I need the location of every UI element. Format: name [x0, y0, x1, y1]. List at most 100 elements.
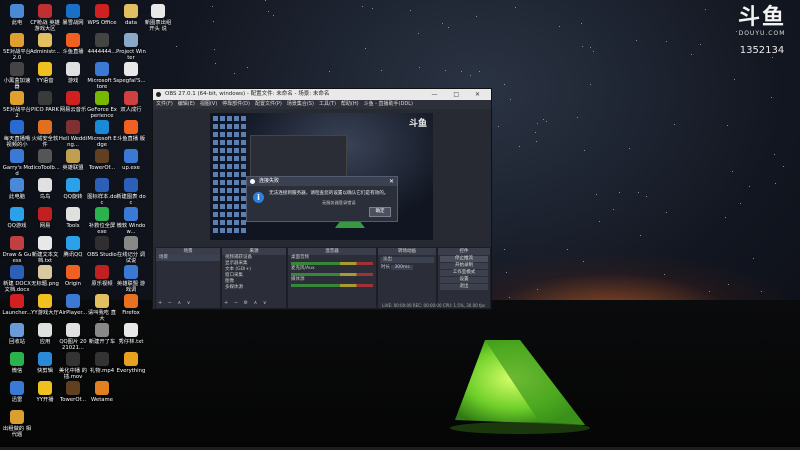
menu-item[interactable]: 斗鱼 - 直播助手(DDL) — [364, 101, 413, 107]
source-item[interactable]: 多媒体源 — [222, 285, 286, 291]
audio-meter[interactable] — [291, 273, 373, 276]
mini-desktop-icon — [241, 124, 246, 129]
obs-docks: 场景 场景 + − ∧ ∨ 来源 视频捕获设备 显示器采集 文本 (GDI+) … — [155, 247, 491, 309]
mini-desktop-icon — [241, 148, 246, 153]
desktop-icon-label: TowerOf... — [59, 397, 87, 403]
app-icon — [124, 323, 138, 337]
transition-select[interactable]: 淡出 — [380, 257, 434, 263]
desktop-icon-label: 暴雪战网 — [62, 20, 84, 26]
mini-desktop-icon — [213, 132, 218, 137]
ok-button[interactable]: 确定 — [369, 207, 391, 217]
star — [590, 47, 592, 49]
menu-item[interactable]: 文件(F) — [156, 101, 173, 107]
window-controls[interactable]: — □ ✕ — [431, 89, 487, 100]
duration-input[interactable]: 300ms — [391, 265, 413, 270]
scene-item[interactable]: 场景 — [156, 255, 220, 261]
mini-desktop-icon — [213, 220, 218, 225]
douyu-watermark: 斗鱼 DOUYU.COM 1352134 — [732, 6, 792, 57]
desktop-icon-label: Firefox — [122, 310, 140, 316]
menu-item[interactable]: 帮助(H) — [341, 101, 359, 107]
close-icon[interactable]: ✕ — [389, 177, 394, 186]
mini-desktop-icon — [234, 196, 239, 201]
desktop-icon-label: 无标题.png — [31, 281, 59, 287]
app-icon — [38, 352, 52, 366]
app-icon — [38, 381, 52, 395]
desktop-icon-label: 礼物.mp4 — [89, 368, 115, 374]
menu-item[interactable]: 视图(V) — [200, 101, 217, 107]
star — [233, 73, 235, 75]
stop-streaming-button[interactable]: 停止推流 — [440, 256, 488, 262]
mini-desktop-icon — [227, 196, 232, 201]
star — [704, 8, 706, 10]
dialog-titlebar: 连接失败 ✕ — [247, 177, 397, 186]
mini-desktop-icon — [213, 188, 218, 193]
desktop-icon-label: 新图表出组 开头 说 — [144, 20, 172, 32]
desktop-icon-label: Launcher... — [2, 310, 32, 316]
star — [691, 53, 693, 55]
desktop-icon[interactable]: YY开播 — [30, 379, 60, 415]
app-icon — [10, 149, 24, 163]
star — [724, 216, 726, 218]
desktop-icon[interactable]: Wetame — [87, 379, 117, 415]
app-icon — [38, 91, 52, 105]
mini-desktop-icon — [220, 116, 225, 121]
menu-item[interactable]: 配置文件(P) — [255, 101, 282, 107]
star — [593, 50, 595, 52]
app-icon — [66, 294, 80, 308]
mini-desktop-icon — [227, 228, 232, 233]
mini-desktop-icon — [234, 212, 239, 217]
star — [361, 6, 363, 8]
star — [448, 27, 450, 29]
connection-failed-dialog[interactable]: 连接失败 ✕ i 无法连接到服务器，请检查您的设置以确认它们是有效的。 无服务器… — [246, 176, 398, 222]
star — [371, 8, 373, 10]
app-icon — [10, 410, 24, 424]
mixer-channel-label: 桌面音频 — [291, 255, 309, 260]
menu-item[interactable]: 工具(T) — [319, 101, 336, 107]
app-icon — [66, 265, 80, 279]
desktop-icon-label: YY开播 — [36, 397, 54, 403]
desktop-icon[interactable]: 出租做的 相代题 — [2, 408, 32, 444]
start-recording-button[interactable]: 开始录制 — [440, 263, 488, 269]
mini-desktop-icon — [220, 124, 225, 129]
tent-image — [450, 340, 590, 434]
mini-desktop-icon — [213, 212, 218, 217]
app-icon — [66, 91, 80, 105]
transitions-dock-title: 转场动画 — [378, 248, 436, 255]
menu-item[interactable]: 场景集合(S) — [287, 101, 314, 107]
mini-desktop-icon — [234, 180, 239, 185]
mini-desktop-icon — [220, 188, 225, 193]
desktop-icon-label: Tools — [66, 223, 80, 229]
obs-titlebar[interactable]: OBS 27.0.1 (64-bit, windows) - 配置文件: 未命名… — [153, 89, 491, 100]
desktop-icon[interactable]: Everything — [116, 350, 146, 386]
app-icon — [95, 62, 109, 76]
desktop-icon-label: 此电脑 — [9, 194, 25, 200]
app-icon — [151, 4, 165, 18]
desktop-icon-label: dicoToolb... — [30, 165, 60, 171]
app-icon — [66, 4, 80, 18]
studio-mode-button[interactable]: 工作室模式 — [440, 270, 488, 276]
desktop-icon-label: QQ游戏 — [7, 223, 27, 229]
desktop-icon[interactable]: TowerOf... — [58, 379, 88, 415]
mini-desktop-icon — [213, 124, 218, 129]
desktop-icon-label: Wetame — [91, 397, 113, 403]
star — [534, 132, 536, 134]
settings-button[interactable]: 设置 — [440, 277, 488, 283]
menu-item[interactable]: 编辑(E) — [178, 101, 195, 107]
app-icon — [10, 62, 24, 76]
desktop-icon[interactable]: 新图表出组 开头 说 — [143, 2, 173, 38]
audio-meter[interactable] — [291, 262, 373, 265]
desktop-icon-label: WPS Office — [87, 20, 117, 26]
mini-desktop-icon — [227, 204, 232, 209]
app-icon — [95, 381, 109, 395]
audio-meter[interactable] — [291, 284, 373, 287]
menu-item[interactable]: 停靠部件(D) — [222, 101, 250, 107]
star — [212, 6, 214, 8]
exit-button[interactable]: 退出 — [440, 284, 488, 290]
desktop-icon-label: 腾讯QQ — [63, 252, 83, 258]
star — [775, 182, 777, 184]
star — [213, 20, 215, 22]
app-icon — [10, 33, 24, 47]
mini-desktop-icon — [234, 172, 239, 177]
mini-desktop-icon — [234, 140, 239, 145]
app-icon — [66, 62, 80, 76]
